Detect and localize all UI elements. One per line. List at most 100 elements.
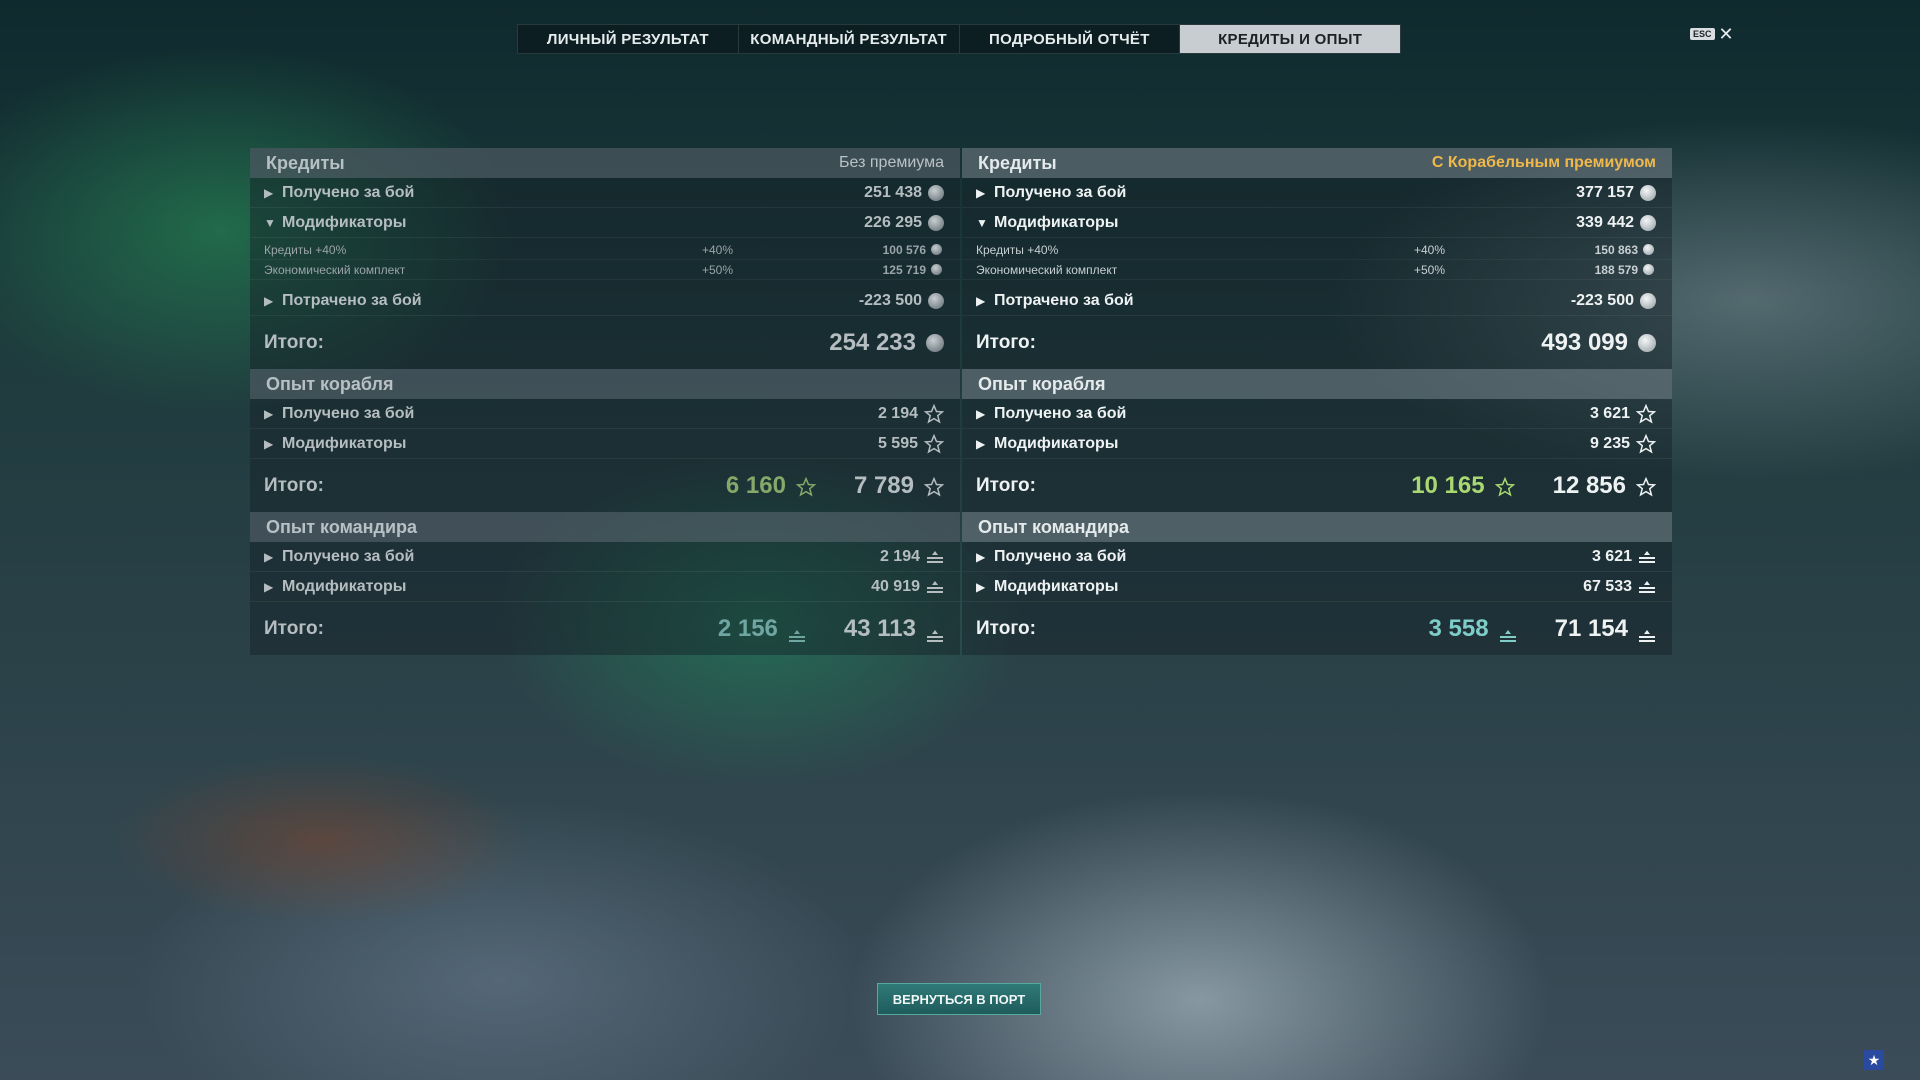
tab-team-result[interactable]: КОМАНДНЫЙ РЕЗУЛЬТАТ (739, 25, 960, 53)
row-label: Получено за бой (994, 404, 1127, 422)
ship-xp-total: 7 789 (853, 471, 945, 500)
row-label: Получено за бой (282, 547, 415, 565)
free-xp-total: 6 160 (725, 471, 817, 500)
total-value: 43 113 (843, 614, 916, 642)
credits-coin-icon (1638, 333, 1656, 352)
ship-xp-modifiers-row[interactable]: ▶ Модификаторы 9 235 (962, 429, 1672, 459)
ship-xp-total: 12 856 (1552, 471, 1657, 500)
xp-star-icon (923, 433, 945, 454)
account-type-label: С Корабельным премиумом (1431, 154, 1656, 171)
commander-xp-modifiers-row[interactable]: ▶ Модификаторы 67 533 (962, 572, 1672, 602)
modifier-percent: +50% (1414, 262, 1446, 277)
chevron-right-icon[interactable]: ▶ (264, 407, 282, 421)
total-label: Итого: (264, 474, 324, 496)
chevron-right-icon[interactable]: ▶ (264, 294, 282, 308)
ship-xp-received-row[interactable]: ▶ Получено за бой 2 194 (250, 399, 960, 429)
row-value: 5 595 (877, 434, 918, 452)
ship-xp-header: Опыт корабля (962, 369, 1672, 399)
credits-spent-row[interactable]: ▶ Потрачено за бой -223 500 (962, 286, 1672, 316)
row-label: Получено за бой (282, 183, 415, 201)
section-title: Опыт корабля (978, 373, 1106, 394)
row-value: 251 438 (864, 183, 922, 201)
chevron-right-icon[interactable]: ▶ (976, 550, 994, 564)
credits-coin-icon (931, 264, 942, 275)
star-badge-icon[interactable]: ★ (1864, 1050, 1884, 1070)
commander-xp-icon (926, 622, 944, 642)
total-label: Итого: (976, 474, 1036, 496)
free-xp-star-icon (795, 476, 817, 497)
modifier-value: 150 863 (1594, 242, 1638, 257)
modifier-percent: +40% (1414, 242, 1446, 257)
section-title: Кредиты (266, 152, 345, 173)
close-button[interactable]: ESC ✕ (1690, 24, 1734, 44)
modifier-row: Кредиты +40% +40% 150 863 (962, 240, 1672, 260)
credits-modifiers-row[interactable]: ▼ Модификаторы 226 295 (250, 208, 960, 238)
results-tabs: ЛИЧНЫЙ РЕЗУЛЬТАТ КОМАНДНЫЙ РЕЗУЛЬТАТ ПОД… (517, 24, 1401, 54)
chevron-right-icon[interactable]: ▶ (264, 580, 282, 594)
row-value: -223 500 (858, 291, 922, 309)
row-label: Получено за бой (282, 404, 415, 422)
commander-xp-received-row[interactable]: ▶ Получено за бой 2 194 (250, 542, 960, 572)
total-value: 254 233 (829, 328, 916, 356)
chevron-right-icon[interactable]: ▶ (264, 550, 282, 564)
chevron-right-icon[interactable]: ▶ (976, 580, 994, 594)
modifier-percent: +40% (702, 242, 734, 257)
ship-xp-received-row[interactable]: ▶ Получено за бой 3 621 (962, 399, 1672, 429)
tab-credits-and-xp[interactable]: КРЕДИТЫ И ОПЫТ (1180, 25, 1400, 53)
free-commander-xp-total: 2 156 (718, 615, 806, 643)
credits-coin-icon (1643, 244, 1654, 255)
xp-star-icon (1635, 403, 1657, 424)
commander-xp-total-row: Итого: 3 558 71 154 (962, 602, 1672, 655)
chevron-down-icon[interactable]: ▼ (264, 216, 282, 230)
credits-coin-icon (1643, 264, 1654, 275)
credits-coin-icon (928, 292, 944, 309)
total-value: 3 558 (1428, 614, 1489, 642)
total-value: 6 160 (725, 471, 786, 499)
chevron-down-icon[interactable]: ▼ (976, 216, 994, 230)
section-title: Опыт командира (266, 516, 418, 537)
chevron-right-icon[interactable]: ▶ (976, 407, 994, 421)
commander-xp-total: 43 113 (844, 615, 944, 643)
chevron-right-icon[interactable]: ▶ (976, 294, 994, 308)
tab-detailed-report[interactable]: ПОДРОБНЫЙ ОТЧЁТ (960, 25, 1181, 53)
section-title: Опыт корабля (266, 373, 394, 394)
row-value: -223 500 (1570, 291, 1634, 309)
return-to-port-button[interactable]: ВЕРНУТЬСЯ В ПОРТ (877, 983, 1041, 1015)
row-value: 3 621 (1589, 404, 1630, 422)
commander-xp-modifiers-row[interactable]: ▶ Модификаторы 40 919 (250, 572, 960, 602)
total-label: Итого: (264, 331, 324, 353)
total-value: 7 789 (853, 471, 914, 499)
row-label: Потрачено за бой (282, 291, 422, 309)
modifier-details: Кредиты +40% +40% 150 863 Экономический … (962, 238, 1672, 286)
chevron-right-icon[interactable]: ▶ (264, 437, 282, 451)
modifier-row: Экономический комплект +50% 188 579 (962, 260, 1672, 280)
free-commander-xp-total: 3 558 (1429, 615, 1517, 643)
total-value: 2 156 (717, 614, 778, 642)
credits-received-row[interactable]: ▶ Получено за бой 377 157 (962, 178, 1672, 208)
total-value: 71 154 (1554, 614, 1628, 642)
total-value: 493 099 (1541, 328, 1628, 356)
total-value: 12 856 (1552, 471, 1626, 499)
close-icon: ✕ (1718, 24, 1734, 44)
chevron-right-icon[interactable]: ▶ (976, 437, 994, 451)
row-label: Получено за бой (994, 547, 1127, 565)
modifier-label: Кредиты +40% (264, 242, 347, 257)
row-value: 67 533 (1583, 577, 1632, 595)
commander-xp-total: 71 154 (1555, 615, 1656, 643)
commander-xp-icon (1638, 580, 1656, 594)
chevron-right-icon[interactable]: ▶ (264, 186, 282, 200)
tab-personal-result[interactable]: ЛИЧНЫЙ РЕЗУЛЬТАТ (518, 25, 739, 53)
credits-received-row[interactable]: ▶ Получено за бой 251 438 (250, 178, 960, 208)
row-value: 377 157 (1576, 183, 1634, 201)
account-type-label: Без премиума (839, 154, 944, 171)
commander-xp-icon (1638, 550, 1656, 564)
row-value: 2 194 (877, 404, 918, 422)
chevron-right-icon[interactable]: ▶ (976, 186, 994, 200)
credits-coin-icon (1640, 214, 1656, 231)
ship-xp-modifiers-row[interactable]: ▶ Модификаторы 5 595 (250, 429, 960, 459)
modifier-percent: +50% (702, 262, 734, 277)
commander-xp-received-row[interactable]: ▶ Получено за бой 3 621 (962, 542, 1672, 572)
credits-modifiers-row[interactable]: ▼ Модификаторы 339 442 (962, 208, 1672, 238)
credits-spent-row[interactable]: ▶ Потрачено за бой -223 500 (250, 286, 960, 316)
credits-coin-icon (926, 333, 944, 352)
